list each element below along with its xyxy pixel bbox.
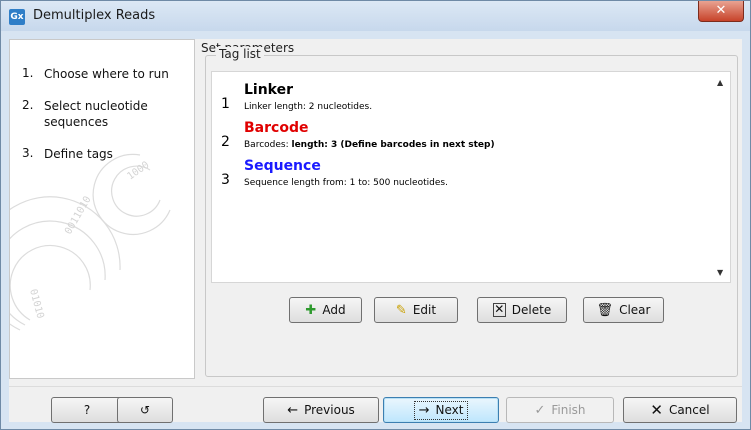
scroll-up-arrow-icon[interactable]: ▲ [717,78,723,87]
step-number: 2. [22,98,34,112]
tag-index: 2 [221,134,230,150]
finish-button[interactable]: ✓ Finish [506,397,614,423]
previous-button[interactable]: ← Previous [263,397,379,423]
tag-index: 1 [221,96,230,112]
step-label: Choose where to run [44,67,169,81]
tag-list[interactable]: 1 Linker Linker length: 2 nucleotides. 2… [211,71,731,283]
button-label: Add [322,303,346,317]
tag-list-scrollbar[interactable]: ▲ ▼ [713,72,730,282]
arrow-right-icon: → [418,402,430,418]
clear-tags-button[interactable]: 🗑 Clear [583,297,664,323]
tag-description: Linker length: 2 nucleotides. [244,102,373,112]
plus-icon: ✚ [305,302,317,318]
svg-text:01010: 01010 [27,288,45,320]
button-label: Edit [412,303,437,317]
tag-description: Barcodes: length: 3 (Define barcodes in … [244,140,495,150]
button-label: Cancel [668,403,710,417]
tag-name: Linker [244,82,294,98]
button-label: Previous [304,403,355,417]
delete-tag-button[interactable]: ✕ Delete [477,297,567,323]
parameters-panel: Set parameters Tag list 1 Linker Linker … [201,39,742,379]
button-label: Clear [619,303,651,317]
cancel-x-icon: ✕ [650,401,663,419]
tag-name: Barcode [244,120,309,136]
dialog-window: Gx Demultiplex Reads ✕ 1. Choose where t… [0,0,751,430]
edit-tag-button[interactable]: ✎ Edit [374,297,458,323]
pencil-icon: ✎ [395,302,407,318]
app-icon: Gx [9,9,25,25]
wizard-steps: 1. Choose where to run 2. Select nucleot… [9,39,195,379]
reset-button[interactable]: ↺ [117,397,173,423]
title-bar: Gx Demultiplex Reads ✕ [1,1,750,31]
step-select-sequences: 2. Select nucleotide sequences [22,98,154,130]
step-choose-where-to-run: 1. Choose where to run [22,66,184,82]
next-button[interactable]: → Next [383,397,499,423]
group-label: Tag list [216,47,264,61]
step-number: 1. [22,66,34,80]
svg-text:0011010: 0011010 [63,194,94,236]
button-label: Delete [511,303,552,317]
window-title: Demultiplex Reads [33,8,156,23]
arrow-left-icon: ← [287,402,299,418]
dialog-client: 1. Choose where to run 2. Select nucleot… [9,39,742,423]
add-tag-button[interactable]: ✚ Add [289,297,362,323]
dialog-footer: ? ↺ ← Previous → Next ✓ Finish ✕ Cancel [9,386,742,423]
cancel-button[interactable]: ✕ Cancel [623,397,737,423]
tag-description: Sequence length from: 1 to: 500 nucleoti… [244,178,448,188]
button-label: Next [435,403,464,417]
delete-icon: ✕ [492,302,506,317]
checkmark-icon: ✓ [534,402,546,418]
help-icon: ? [83,403,91,417]
reset-icon: ↺ [139,403,151,417]
tag-button-row: ✚ Add ✎ Edit ✕ Delete 🗑 Clear [201,297,742,327]
scroll-down-arrow-icon[interactable]: ▼ [717,268,723,277]
help-button[interactable]: ? [51,397,123,423]
trash-icon: 🗑 [596,302,614,318]
step-label: Select nucleotide sequences [44,99,148,129]
button-label: Finish [551,403,586,417]
tag-name: Sequence [244,158,321,174]
svg-text:1000: 1000 [125,160,151,183]
tag-index: 3 [221,172,230,188]
focus-ring: → Next [413,400,469,420]
close-button[interactable]: ✕ [698,1,744,22]
decorative-spiral-image: 0011010 01010 1000 [10,153,171,331]
